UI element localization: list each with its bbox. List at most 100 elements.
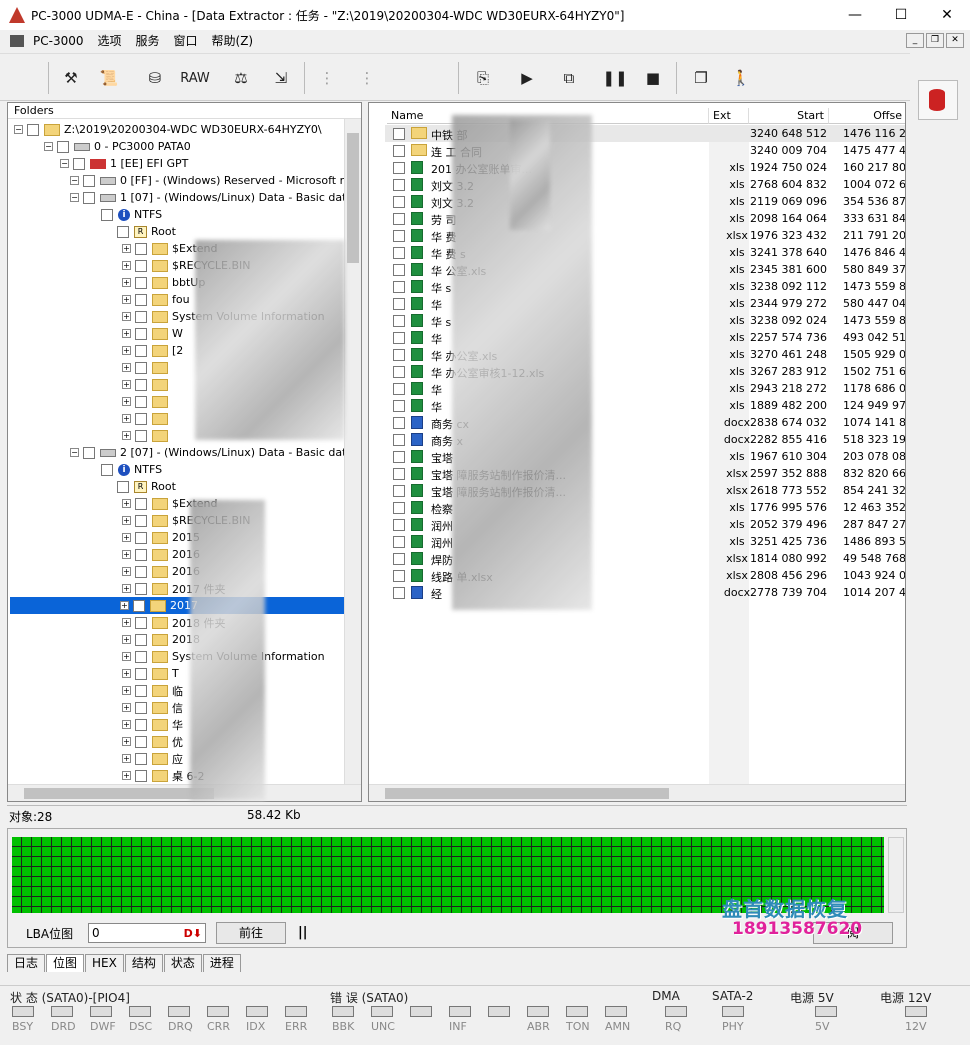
tree-node[interactable]: +iNTFS xyxy=(88,461,162,478)
expand-toggle-icon[interactable]: + xyxy=(122,346,131,355)
tree-checkbox[interactable] xyxy=(135,718,147,731)
expand-toggle-icon[interactable]: + xyxy=(122,431,131,440)
tree-node[interactable]: + xyxy=(122,410,172,427)
network-icon[interactable]: ⧉ xyxy=(552,62,586,94)
file-checkbox[interactable] xyxy=(393,587,405,599)
scroll-icon[interactable]: 📜 xyxy=(92,62,126,94)
go-button[interactable]: 前往 xyxy=(216,922,286,944)
tree-node[interactable]: + [2 xyxy=(122,342,183,359)
tree-checkbox[interactable] xyxy=(117,225,129,238)
expand-toggle-icon[interactable]: − xyxy=(70,193,79,202)
expand-toggle-icon[interactable]: + xyxy=(122,329,131,338)
tree-node[interactable]: + 临 xyxy=(122,682,183,699)
menu-help[interactable]: 帮助(Z) xyxy=(205,32,261,49)
bitmap-scrollbar[interactable] xyxy=(888,837,904,913)
file-checkbox[interactable] xyxy=(393,213,405,225)
tree-node[interactable]: + 信 xyxy=(122,699,183,716)
tree-checkbox[interactable] xyxy=(135,497,147,510)
tree-node[interactable]: +2016 xyxy=(122,546,200,563)
tree-node[interactable]: +2015 xyxy=(122,529,200,546)
file-checkbox[interactable] xyxy=(393,570,405,582)
file-checkbox[interactable] xyxy=(393,179,405,191)
expand-toggle-icon[interactable]: − xyxy=(44,142,53,151)
expand-toggle-icon[interactable]: + xyxy=(122,686,131,695)
scroll-thumb[interactable] xyxy=(24,788,214,799)
tree-node[interactable]: + fou xyxy=(122,291,190,308)
menu-options[interactable]: 选项 xyxy=(90,32,128,49)
expand-toggle-icon[interactable]: + xyxy=(122,295,131,304)
expand-toggle-icon[interactable]: + xyxy=(122,278,131,287)
file-checkbox[interactable] xyxy=(393,247,405,259)
tab-process[interactable]: 进程 xyxy=(202,954,241,972)
file-checkbox[interactable] xyxy=(393,264,405,276)
tab-structure[interactable]: 结构 xyxy=(124,954,163,972)
tree-node[interactable]: +2016 xyxy=(122,563,200,580)
tree-checkbox[interactable] xyxy=(135,276,147,289)
tree-node[interactable]: +RRoot xyxy=(104,478,176,495)
tree-node[interactable]: + W xyxy=(122,325,183,342)
expand-toggle-icon[interactable]: + xyxy=(122,754,131,763)
expand-toggle-icon[interactable]: + xyxy=(122,635,131,644)
file-checkbox[interactable] xyxy=(393,468,405,480)
file-checkbox[interactable] xyxy=(393,553,405,565)
tree-checkbox[interactable] xyxy=(135,633,147,646)
tree-checkbox[interactable] xyxy=(135,378,147,391)
files-horizontal-scrollbar[interactable] xyxy=(369,784,905,801)
minimize-button[interactable]: — xyxy=(832,0,878,30)
database-icon[interactable] xyxy=(918,80,958,120)
scroll-thumb[interactable] xyxy=(385,788,669,799)
tree-node[interactable]: − 0 [FF] - (Windows) Reserved - Microsoft… xyxy=(70,172,361,189)
tree-checkbox[interactable] xyxy=(57,140,69,153)
tree-expand-icon[interactable]: ⋮ xyxy=(310,62,344,94)
file-checkbox[interactable] xyxy=(393,298,405,310)
tree-checkbox[interactable] xyxy=(135,582,147,595)
tree-collapse-icon[interactable]: ⋮ xyxy=(350,62,384,94)
binoculars-icon[interactable]: ⛁ xyxy=(138,62,172,94)
file-checkbox[interactable] xyxy=(393,128,405,140)
expand-toggle-icon[interactable]: + xyxy=(122,737,131,746)
expand-toggle-icon[interactable]: + xyxy=(122,567,131,576)
close-button[interactable]: ✕ xyxy=(924,0,970,30)
tab-log[interactable]: 日志 xyxy=(7,954,46,972)
file-checkbox[interactable] xyxy=(393,536,405,548)
expand-toggle-icon[interactable]: + xyxy=(122,516,131,525)
tree-checkbox[interactable] xyxy=(101,463,113,476)
file-checkbox[interactable] xyxy=(393,383,405,395)
scales-icon[interactable]: ⚖ xyxy=(224,62,258,94)
expand-toggle-icon[interactable]: + xyxy=(122,618,131,627)
mdi-restore-button[interactable]: ❐ xyxy=(926,33,944,48)
expand-toggle-icon[interactable]: + xyxy=(122,261,131,270)
expand-toggle-icon[interactable]: + xyxy=(122,550,131,559)
tree-checkbox[interactable] xyxy=(135,667,147,680)
maximize-button[interactable]: ☐ xyxy=(878,0,924,30)
expand-toggle-icon[interactable]: + xyxy=(122,312,131,321)
expand-toggle-icon[interactable]: + xyxy=(122,397,131,406)
tree-checkbox[interactable] xyxy=(135,701,147,714)
expand-toggle-icon[interactable]: + xyxy=(122,720,131,729)
menu-pc3000[interactable]: PC-3000 xyxy=(26,34,90,48)
tree-checkbox[interactable] xyxy=(83,191,95,204)
tree-checkbox[interactable] xyxy=(135,429,147,442)
tree-checkbox[interactable] xyxy=(83,446,95,459)
tree-node[interactable]: − 2 [07] - (Windows/Linux) Data - Basic d… xyxy=(70,444,361,461)
scroll-thumb[interactable] xyxy=(347,133,359,263)
tree-node[interactable]: +2018 xyxy=(122,631,200,648)
expand-toggle-icon[interactable]: + xyxy=(122,703,131,712)
tab-status[interactable]: 状态 xyxy=(163,954,202,972)
expand-toggle-icon[interactable]: + xyxy=(122,669,131,678)
file-checkbox[interactable] xyxy=(393,332,405,344)
file-checkbox[interactable] xyxy=(393,502,405,514)
tree-checkbox[interactable] xyxy=(135,310,147,323)
tree-checkbox[interactable] xyxy=(135,395,147,408)
tree-checkbox[interactable] xyxy=(135,242,147,255)
file-checkbox[interactable] xyxy=(393,162,405,174)
tree-node[interactable]: + xyxy=(122,393,172,410)
expand-toggle-icon[interactable]: − xyxy=(70,176,79,185)
tab-bitmap[interactable]: 位图 xyxy=(46,954,85,972)
tree-checkbox[interactable] xyxy=(135,684,147,697)
column-start[interactable]: Start xyxy=(749,108,829,124)
tree-checkbox[interactable] xyxy=(135,735,147,748)
play-icon[interactable]: ▶ xyxy=(510,62,544,94)
tree-checkbox[interactable] xyxy=(135,259,147,272)
tree-node[interactable]: + bbtUp xyxy=(122,274,205,291)
